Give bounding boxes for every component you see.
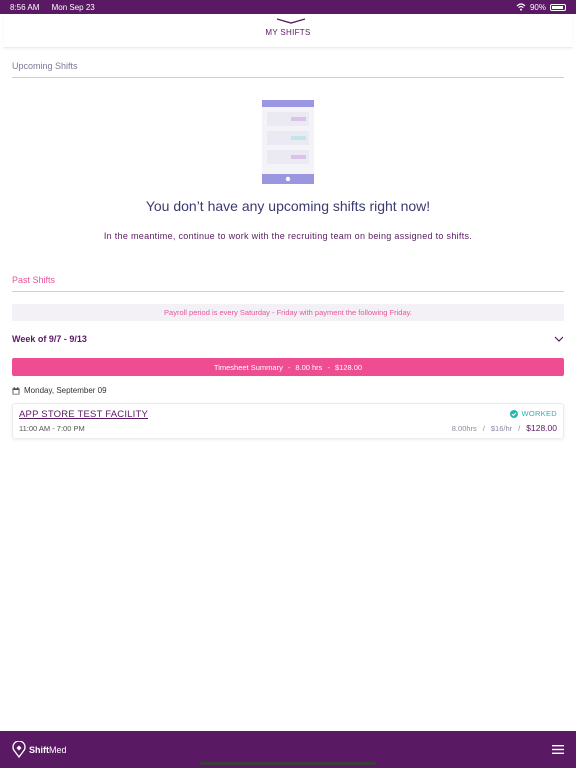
pay-row: 8.00hrs / $16/hr / $128.00 xyxy=(452,423,557,433)
tab-chevron-icon[interactable] xyxy=(276,18,306,24)
status-right: 90% xyxy=(516,3,566,12)
status-badge: WORKED xyxy=(510,409,557,418)
pay-separator: / xyxy=(482,423,485,433)
calendar-icon xyxy=(12,386,20,394)
summary-hours: 8.00 hrs xyxy=(295,362,323,372)
summary-amount: $128.00 xyxy=(334,362,363,372)
day-label: Monday, September 09 xyxy=(24,386,107,395)
status-time: 8:56 AM xyxy=(10,2,40,12)
week-selector[interactable]: Week of 9/7 - 9/13 xyxy=(12,330,564,348)
shiftmed-logo: ShiftMed xyxy=(12,741,67,758)
battery-icon xyxy=(550,3,566,11)
status-date: Mon Sep 23 xyxy=(51,2,95,12)
shift-day-header: Monday, September 09 xyxy=(12,386,107,395)
upcoming-shifts-heading: Upcoming Shifts xyxy=(12,61,78,71)
top-nav: MY SHIFTS xyxy=(4,14,572,48)
divider xyxy=(12,77,564,78)
summary-label: Timesheet Summary xyxy=(213,362,283,372)
empty-state-subtitle: In the meantime, continue to work with t… xyxy=(103,231,473,241)
past-shifts-heading: Past Shifts xyxy=(12,275,56,285)
payroll-note: Payroll period is every Saturday - Frida… xyxy=(12,304,564,321)
shift-total: $128.00 xyxy=(526,423,557,433)
status-left: 8:56 AM Mon Sep 23 xyxy=(10,3,105,12)
tab-my-shifts[interactable]: MY SHIFTS xyxy=(4,28,572,37)
brand-bold: Shift xyxy=(29,744,49,755)
brand-light: Med xyxy=(49,744,67,755)
empty-state-title: You don’t have any upcoming shifts right… xyxy=(145,198,431,214)
wifi-icon xyxy=(516,3,526,11)
empty-shifts-illustration xyxy=(262,100,314,184)
facility-link[interactable]: APP STORE TEST FACILITY xyxy=(19,409,148,420)
shift-card[interactable]: APP STORE TEST FACILITY 11:00 AM - 7:00 … xyxy=(12,403,564,439)
shift-rate: $16/hr xyxy=(490,423,513,433)
summary-separator: - xyxy=(287,362,291,372)
shiftmed-logo-icon xyxy=(12,741,26,758)
week-label: Week of 9/7 - 9/13 xyxy=(12,334,87,344)
shift-hours: 8.00hrs xyxy=(451,423,477,433)
divider xyxy=(12,291,564,292)
status-bar: 8:56 AM Mon Sep 23 90% xyxy=(0,0,576,14)
check-circle-icon xyxy=(510,409,519,418)
timesheet-summary-bar[interactable]: Timesheet Summary - 8.00 hrs - $128.00 xyxy=(12,358,564,376)
summary-separator: - xyxy=(327,362,330,372)
chevron-down-icon[interactable] xyxy=(554,335,564,343)
menu-icon[interactable] xyxy=(552,745,564,754)
battery-percent: 90% xyxy=(529,2,546,12)
pay-separator: / xyxy=(518,423,521,433)
shift-time: 11:00 AM - 7:00 PM xyxy=(19,424,85,433)
home-indicator xyxy=(200,762,376,765)
status-label: WORKED xyxy=(521,409,557,418)
